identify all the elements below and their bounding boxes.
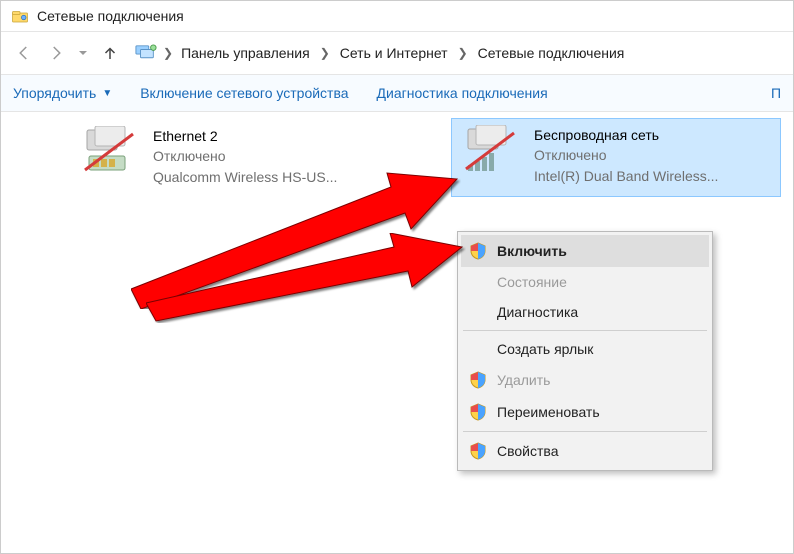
chevron-right-icon: ❯ — [458, 46, 468, 60]
adapter-description: Qualcomm Wireless HS-US... — [153, 167, 337, 187]
control-panel-icon — [135, 44, 157, 62]
menu-item-diagnostics[interactable]: Диагностика — [461, 297, 709, 327]
menu-item-create-shortcut[interactable]: Создать ярлык — [461, 334, 709, 364]
adapter-status: Отключено — [534, 145, 718, 165]
adapter-name: Ethernet 2 — [153, 126, 337, 146]
adapter-item-wireless[interactable]: Беспроводная сеть Отключено Intel(R) Dua… — [451, 118, 781, 197]
annotation-arrow — [146, 233, 466, 323]
context-menu: Включить Состояние Диагностика Создать я… — [457, 231, 713, 471]
breadcrumb[interactable]: Панель управления ❯ Сеть и Интернет ❯ Се… — [181, 45, 624, 61]
chevron-right-icon: ❯ — [320, 46, 330, 60]
breadcrumb-item[interactable]: Панель управления — [181, 45, 310, 61]
back-button[interactable] — [11, 40, 37, 66]
shield-icon — [469, 403, 487, 421]
shield-icon — [469, 371, 487, 389]
ethernet-adapter-icon — [81, 126, 141, 176]
forward-button[interactable] — [43, 40, 69, 66]
shield-icon — [469, 442, 487, 460]
toolbar-overflow[interactable]: П — [771, 85, 781, 101]
menu-item-delete: Удалить — [461, 364, 709, 396]
adapter-status: Отключено — [153, 146, 337, 166]
menu-item-enable[interactable]: Включить — [461, 235, 709, 267]
adapter-item-ethernet[interactable]: Ethernet 2 Отключено Qualcomm Wireless H… — [71, 120, 431, 197]
command-bar: Упорядочить ▼ Включение сетевого устройс… — [1, 75, 793, 112]
window-title: Сетевые подключения — [37, 8, 184, 24]
window-titlebar: Сетевые подключения — [1, 1, 793, 31]
diagnose-connection-button[interactable]: Диагностика подключения — [377, 85, 548, 101]
network-connections-icon — [11, 7, 29, 25]
wireless-adapter-icon — [462, 125, 522, 175]
enable-device-button[interactable]: Включение сетевого устройства — [140, 85, 348, 101]
adapter-list: Ethernet 2 Отключено Qualcomm Wireless H… — [1, 112, 793, 136]
recent-dropdown[interactable] — [75, 40, 91, 66]
nav-row: ❯ Панель управления ❯ Сеть и Интернет ❯ … — [1, 31, 793, 75]
chevron-right-icon: ❯ — [163, 46, 173, 60]
menu-item-properties[interactable]: Свойства — [461, 435, 709, 467]
shield-icon — [469, 242, 487, 260]
chevron-down-icon: ▼ — [102, 88, 112, 99]
organize-menu[interactable]: Упорядочить ▼ — [13, 85, 112, 101]
menu-item-status: Состояние — [461, 267, 709, 297]
breadcrumb-item[interactable]: Сеть и Интернет — [340, 45, 448, 61]
breadcrumb-item[interactable]: Сетевые подключения — [478, 45, 625, 61]
adapter-name: Беспроводная сеть — [534, 125, 718, 145]
adapter-description: Intel(R) Dual Band Wireless... — [534, 166, 718, 186]
up-button[interactable] — [97, 40, 123, 66]
menu-item-rename[interactable]: Переименовать — [461, 396, 709, 428]
